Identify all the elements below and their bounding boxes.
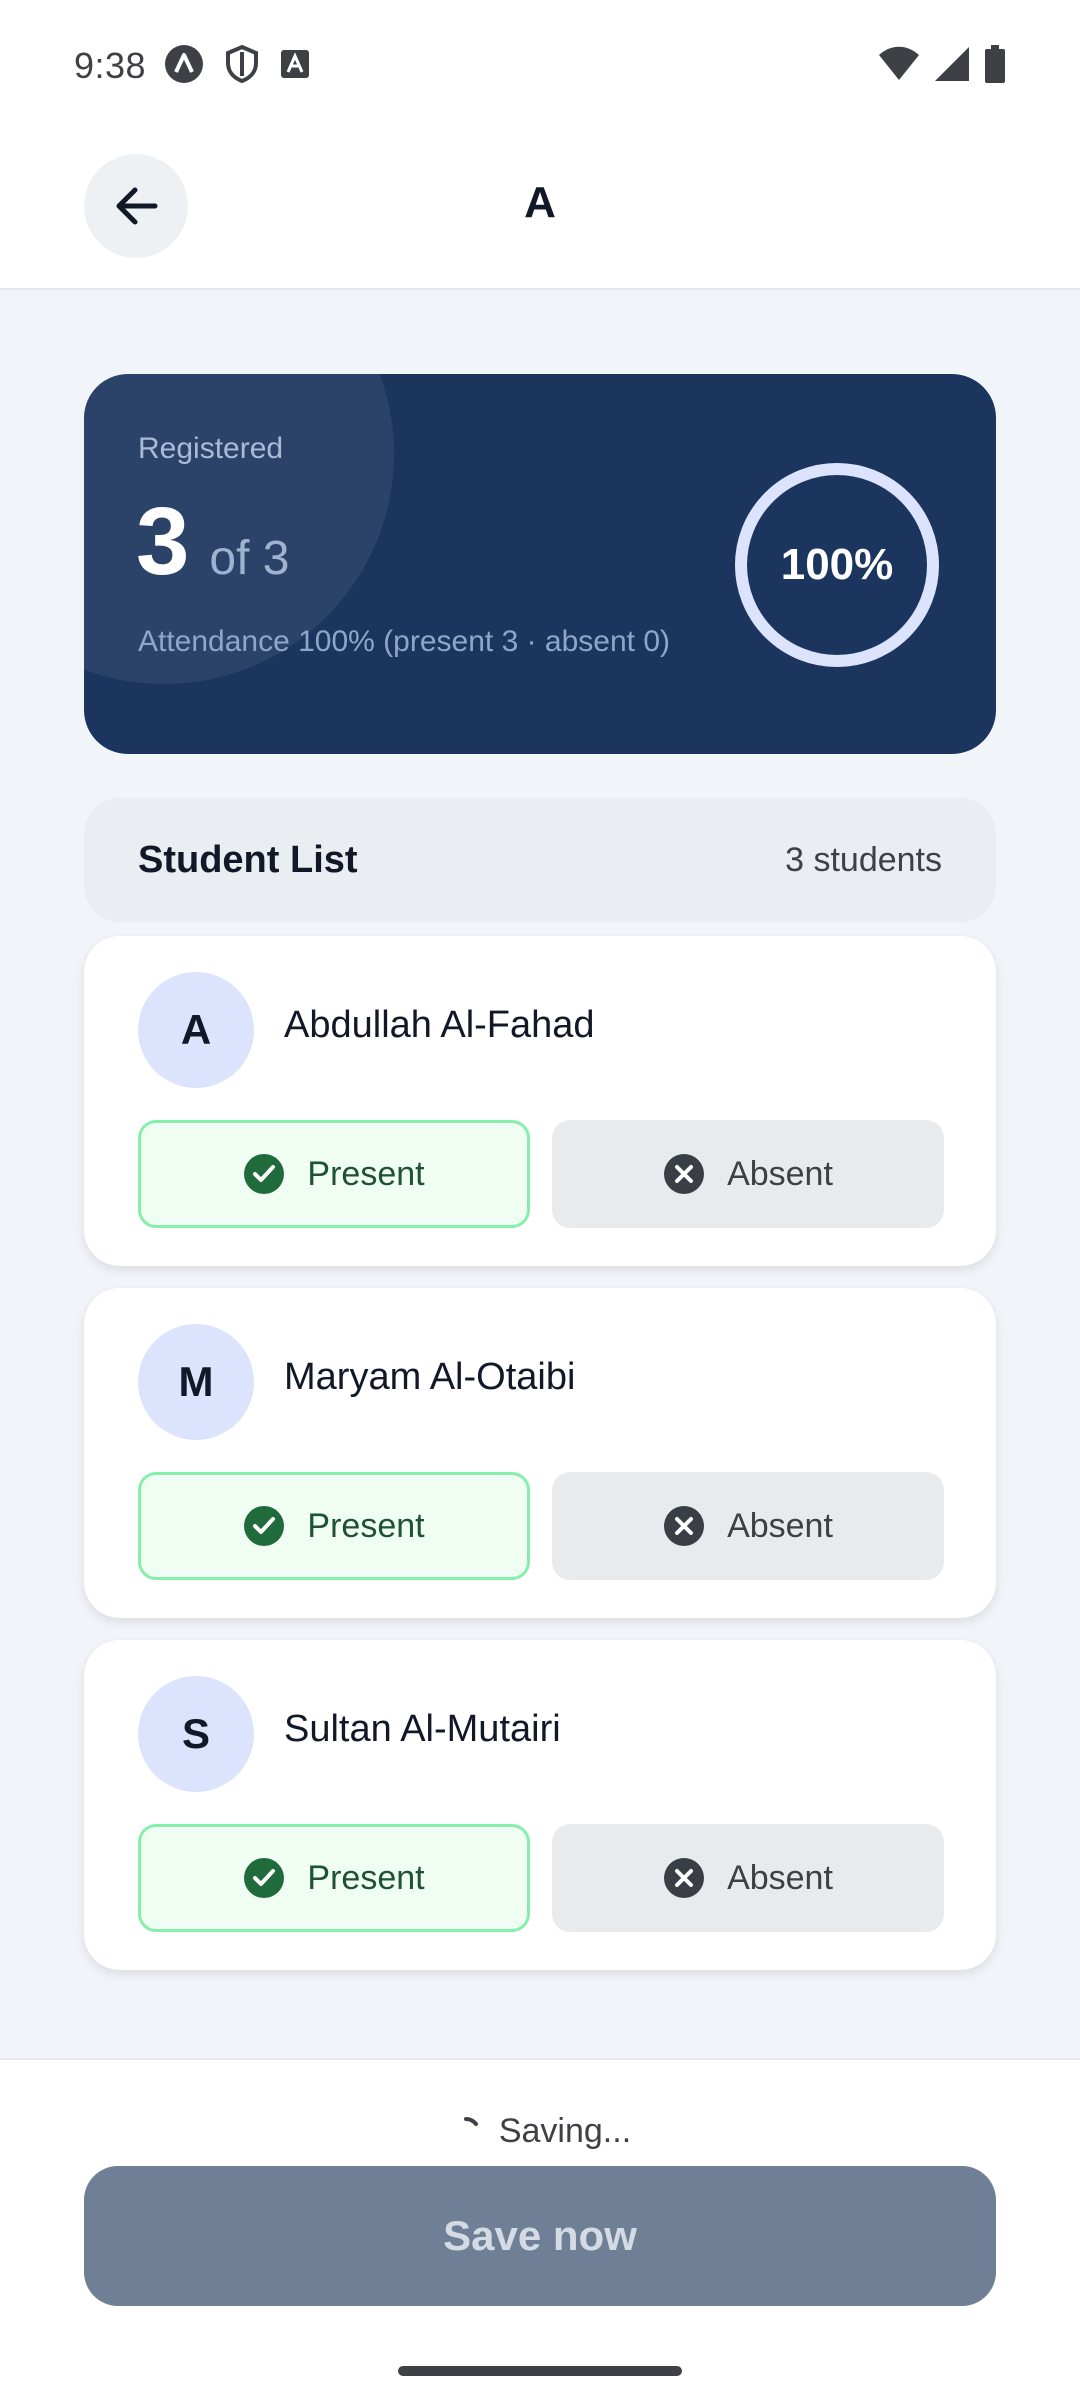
x-circle-icon [664, 1506, 705, 1546]
wifi-icon [878, 46, 920, 87]
x-circle-icon [664, 1858, 705, 1898]
present-label: Present [307, 1858, 425, 1897]
saving-status: Saving... [0, 2112, 1080, 2151]
signal-icon [934, 46, 970, 87]
avatar: M [138, 1324, 254, 1440]
app-bar: A [0, 132, 1080, 290]
check-circle-icon [244, 1506, 285, 1546]
student-name: Maryam Al-Otaibi [284, 1356, 576, 1398]
a-square-icon [280, 49, 310, 84]
avatar: A [138, 972, 254, 1088]
a-badge-icon [164, 44, 204, 89]
present-label: Present [307, 1154, 425, 1193]
absent-button[interactable]: Absent [552, 1824, 944, 1932]
footer: Saving... Save now [0, 2058, 1080, 2400]
battery-icon [984, 44, 1006, 88]
registered-count-value: 3 [136, 488, 190, 595]
saving-label: Saving... [498, 2112, 632, 2150]
status-icons-left [164, 44, 310, 89]
x-circle-icon [664, 1154, 705, 1194]
student-count: 3 students [785, 840, 942, 879]
check-circle-icon [244, 1154, 285, 1194]
home-indicator[interactable] [398, 2366, 682, 2376]
present-button[interactable]: Present [138, 1824, 530, 1932]
avatar: S [138, 1676, 254, 1792]
student-card: A Abdullah Al-Fahad Present Absent [84, 936, 996, 1266]
absent-label: Absent [727, 1154, 833, 1193]
student-name: Abdullah Al-Fahad [284, 1004, 595, 1046]
shield-icon [224, 44, 260, 89]
student-card: M Maryam Al-Otaibi Present Absent [84, 1288, 996, 1618]
check-circle-icon [244, 1858, 285, 1898]
attendance-detail: Attendance 100% (present 3 · absent 0) [138, 625, 671, 658]
summary-label: Registered [138, 432, 284, 465]
status-bar: 9:38 [0, 0, 1080, 132]
save-now-button[interactable]: Save now [84, 2166, 996, 2306]
status-time: 9:38 [74, 45, 147, 86]
present-button[interactable]: Present [138, 1120, 530, 1228]
spinner-icon [463, 2116, 478, 2126]
student-list-header: Student List 3 students [84, 798, 996, 922]
absent-button[interactable]: Absent [552, 1120, 944, 1228]
page-title: A [524, 178, 556, 227]
student-name: Sultan Al-Mutairi [284, 1708, 561, 1750]
attendance-summary-card: Registered 3 of 3 Attendance 100% (prese… [84, 374, 996, 754]
absent-button[interactable]: Absent [552, 1472, 944, 1580]
attendance-percent: 100% [780, 540, 894, 589]
student-list-title: Student List [138, 838, 358, 881]
registered-count-total: of 3 [209, 532, 290, 585]
present-label: Present [307, 1506, 425, 1545]
registered-count: 3 of 3 [136, 494, 289, 590]
status-icons-right [878, 44, 1006, 88]
present-button[interactable]: Present [138, 1472, 530, 1580]
absent-label: Absent [727, 1506, 833, 1545]
absent-label: Absent [727, 1858, 833, 1897]
student-card: S Sultan Al-Mutairi Present Absent [84, 1640, 996, 1970]
